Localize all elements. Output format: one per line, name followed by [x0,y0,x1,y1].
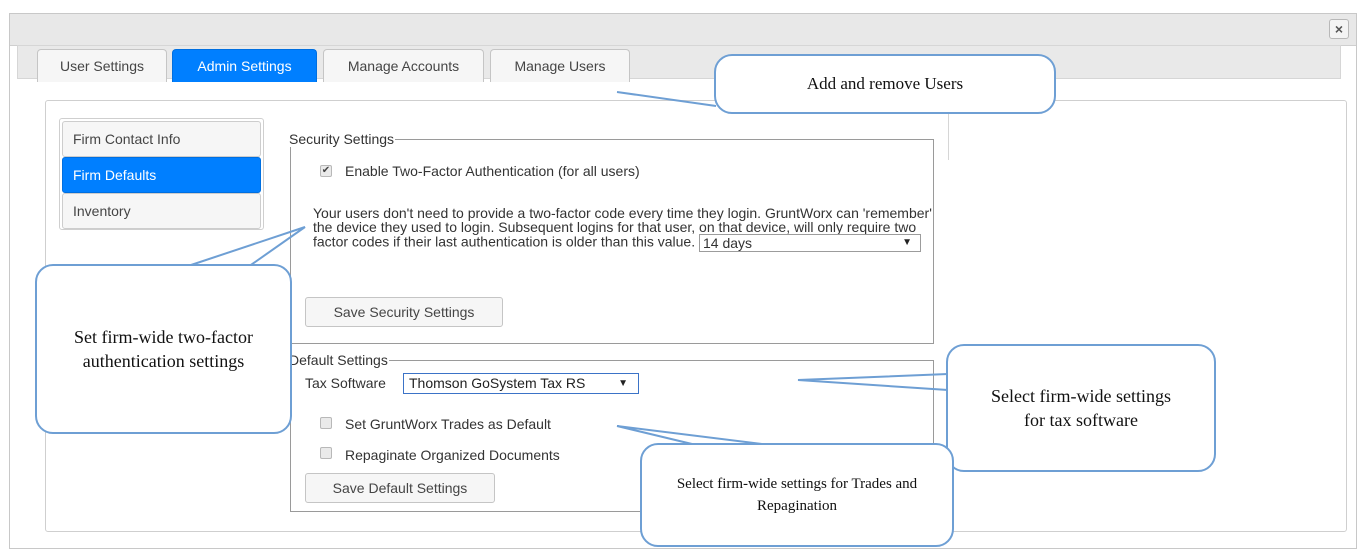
pointer-tax-software [797,373,949,391]
callout-trades-repagination: Select firm-wide settings for Trades and… [640,443,954,547]
pointer-two-factor [187,226,306,268]
callout-two-factor: Set firm-wide two-factor authentication … [35,264,292,434]
pointer-users [616,91,717,107]
callout-tax-software: Select firm-wide settings for tax softwa… [946,344,1216,472]
callout-add-remove-users: Add and remove Users [714,54,1056,114]
